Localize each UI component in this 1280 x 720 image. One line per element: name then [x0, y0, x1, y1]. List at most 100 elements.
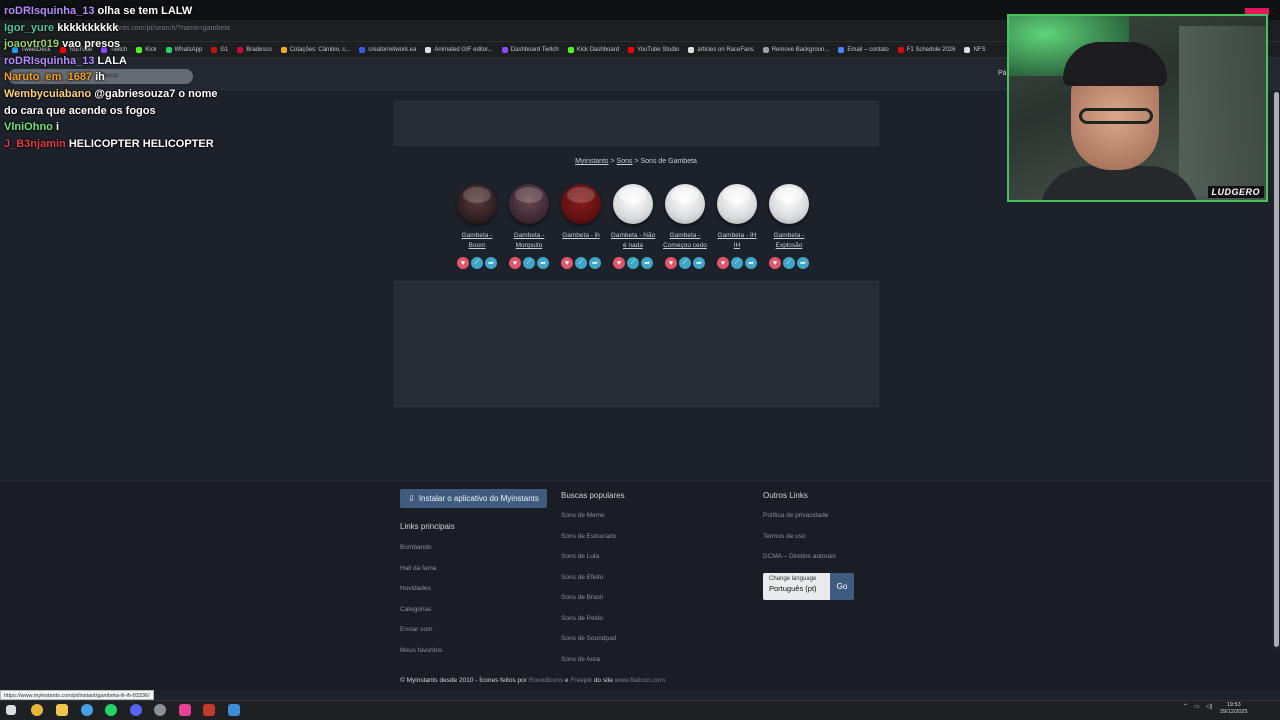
sound-label[interactable]: Gambeta - ih [562, 231, 600, 251]
chrome-icon[interactable] [31, 704, 43, 716]
bookmark-item[interactable]: Kick Dashboard [567, 46, 619, 53]
link-icon[interactable]: ⟋ [575, 257, 587, 269]
footer-link[interactable]: Enviar som [400, 626, 433, 633]
heart-icon[interactable]: ♥ [769, 257, 781, 269]
play-sound-button[interactable] [717, 184, 757, 224]
footer-link[interactable]: Sons de Estourado [561, 533, 616, 540]
heart-icon[interactable]: ♥ [561, 257, 573, 269]
app-icon[interactable] [81, 704, 93, 716]
breadcrumb-sons[interactable]: Sons [617, 158, 633, 165]
obs-icon[interactable] [154, 704, 166, 716]
link-icon[interactable]: ⟋ [627, 257, 639, 269]
taskbar-clock[interactable]: 19:53 29/12/2025 [1220, 702, 1248, 716]
footer-link[interactable]: Bombando [400, 544, 431, 551]
heart-icon[interactable]: ♥ [665, 257, 677, 269]
share-icon[interactable]: ➦ [537, 257, 549, 269]
sound-button-grid: Gambeta - Boom ♥ ⟋ ➦ Gambeta - Monpuito ♥ ⟋ ➦ Ga… [454, 184, 812, 269]
footer-link[interactable]: DCMA – Direitos autorais [763, 553, 836, 560]
link-icon[interactable]: ⟋ [731, 257, 743, 269]
share-icon[interactable]: ➦ [641, 257, 653, 269]
header-right-text[interactable]: Pá [998, 70, 1007, 77]
breadcrumb-home[interactable]: Myinstants [575, 158, 608, 165]
other-links-title: Outros Links [763, 491, 808, 500]
chat-message: VlniOhno i [4, 119, 229, 136]
language-select[interactable]: Change language Português (pt) [763, 573, 830, 600]
bookmark-item[interactable]: Dashboard Twitch [501, 46, 559, 53]
share-icon[interactable]: ➦ [693, 257, 705, 269]
bookmark-item[interactable]: Bradesco [237, 46, 272, 53]
volume-icon[interactable]: ◁) [1206, 703, 1213, 710]
link-icon[interactable]: ⟋ [471, 257, 483, 269]
footer-link[interactable]: Sons de Aura [561, 656, 600, 663]
whatsapp-icon[interactable] [105, 704, 117, 716]
sound-actions: ♥ ⟋ ➦ [561, 257, 601, 269]
chat-username: VlniOhno [4, 121, 53, 134]
network-icon[interactable]: ▭ [1194, 703, 1200, 710]
app-icon-red[interactable] [203, 704, 215, 716]
bookmark-label: F1 Schedule 2026 [906, 46, 956, 53]
footer-link[interactable]: Sons de Peido [561, 615, 603, 622]
footer-link[interactable]: Hall da fama [400, 565, 437, 572]
app-icon-pink[interactable] [179, 704, 191, 716]
bookmark-favicon-icon [359, 46, 366, 53]
play-sound-button[interactable] [457, 184, 497, 224]
bookmark-item[interactable]: creatornetwork.ea [359, 46, 416, 53]
main-links-title: Links principais [400, 522, 455, 531]
footer-link[interactable]: Política de privacidade [763, 512, 828, 519]
bookmark-item[interactable]: YouTube Studio [628, 46, 679, 53]
discord-icon[interactable] [130, 704, 142, 716]
sound-label[interactable]: Gambeta - Boom [454, 231, 500, 251]
sound-label[interactable]: Gambeta - Monpuito [506, 231, 552, 251]
footer-link[interactable]: Sons de Soundpad [561, 635, 616, 642]
install-app-button[interactable]: ⇩ Instalar o aplicativo do Myinstants [400, 489, 547, 508]
sound-label[interactable]: Gambeta - Não é nada [610, 231, 656, 251]
chat-username: J_B3njamin [4, 137, 66, 150]
chat-text: vao presos [62, 38, 121, 51]
footer-link[interactable]: Termos de uso [763, 533, 806, 540]
bookmark-item[interactable]: Animated GIF editor... [425, 46, 493, 53]
freepik-link[interactable]: Freepik [570, 677, 592, 684]
footer-link[interactable]: Sons de Brasil [561, 594, 603, 601]
sound-label[interactable]: Gambeta - IH IH [714, 231, 760, 251]
play-sound-button[interactable] [561, 184, 601, 224]
bookmark-item[interactable]: NFS [964, 46, 985, 53]
app-icon-blue[interactable] [228, 704, 240, 716]
flaticon-link[interactable]: www.flaticon.com [615, 677, 665, 684]
heart-icon[interactable]: ♥ [509, 257, 521, 269]
windows-start-icon[interactable] [6, 705, 16, 715]
play-sound-button[interactable] [665, 184, 705, 224]
footer-link[interactable]: Sons de Lula [561, 553, 599, 560]
heart-icon[interactable]: ♥ [717, 257, 729, 269]
share-icon[interactable]: ➦ [485, 257, 497, 269]
tray-chevron-icon[interactable]: ⌃ [1183, 703, 1188, 710]
bookmark-item[interactable]: articles on RaceFans [688, 46, 754, 53]
footer-link[interactable]: Novidades [400, 585, 431, 592]
link-icon[interactable]: ⟋ [523, 257, 535, 269]
heart-icon[interactable]: ♥ [457, 257, 469, 269]
bookmark-item[interactable]: Cotações: Câmbio, c... [280, 46, 350, 53]
footer-link[interactable]: Sons de Meme [561, 512, 605, 519]
footer-link[interactable]: Sons de Efeito [561, 574, 603, 581]
play-sound-button[interactable] [769, 184, 809, 224]
file-explorer-icon[interactable] [56, 704, 68, 716]
share-icon[interactable]: ➦ [589, 257, 601, 269]
bookmark-item[interactable]: Remove Backgroun... [762, 46, 829, 53]
footer-link[interactable]: Meus favoritos [400, 647, 442, 654]
scrollbar-thumb[interactable] [1274, 92, 1279, 647]
play-sound-button[interactable] [509, 184, 549, 224]
heart-icon[interactable]: ♥ [613, 257, 625, 269]
sound-label[interactable]: Gambeta - Começou cedo [662, 231, 708, 251]
link-icon[interactable]: ⟋ [679, 257, 691, 269]
popular-searches-title: Buscas populares [561, 491, 625, 500]
sound-label[interactable]: Gambeta - Explosão [766, 231, 812, 251]
bookmark-item[interactable]: Email – contato [838, 46, 889, 53]
bookmark-item[interactable]: F1 Schedule 2026 [897, 46, 956, 53]
play-sound-button[interactable] [613, 184, 653, 224]
footer-link[interactable]: Categorias [400, 606, 431, 613]
share-icon[interactable]: ➦ [797, 257, 809, 269]
bookmark-favicon-icon [280, 46, 287, 53]
roundicons-link[interactable]: Roundicons [529, 677, 563, 684]
share-icon[interactable]: ➦ [745, 257, 757, 269]
link-icon[interactable]: ⟋ [783, 257, 795, 269]
language-go-button[interactable]: Go [830, 573, 854, 600]
